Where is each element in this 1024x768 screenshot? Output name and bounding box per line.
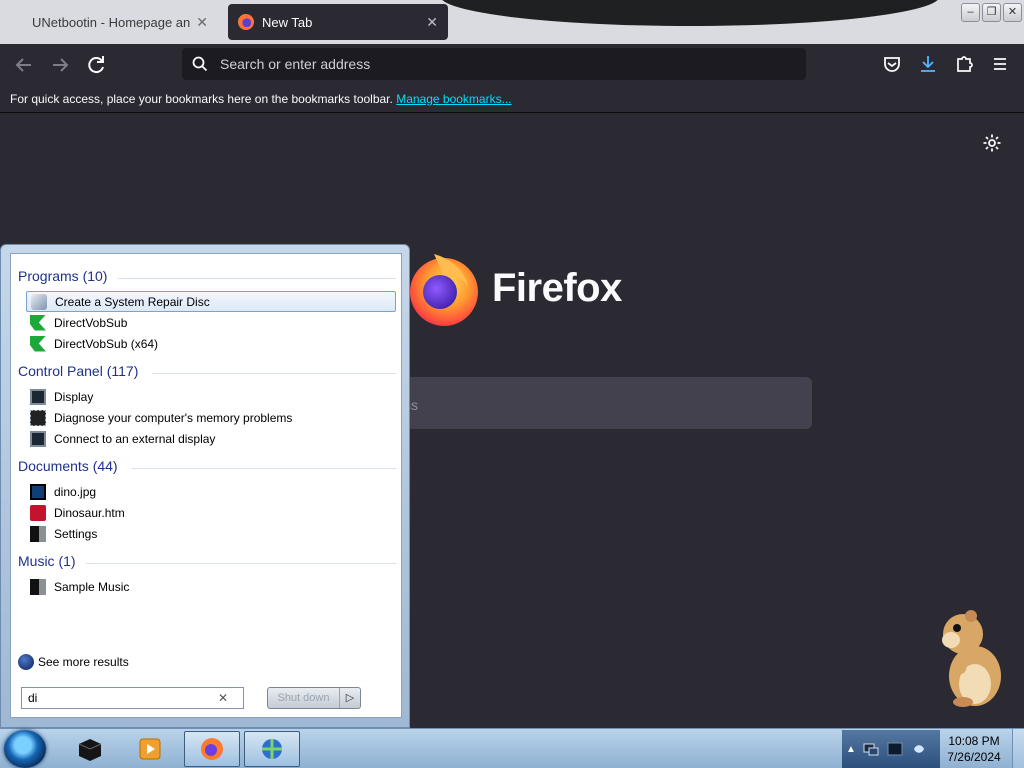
result-dinosaur-htm[interactable]: Dinosaur.htm (26, 502, 396, 523)
result-connect-external-display[interactable]: Connect to an external display (26, 428, 396, 449)
image-file-icon (30, 483, 46, 500)
shutdown-button[interactable]: Shut down ▷ (267, 687, 361, 709)
shutdown-label[interactable]: Shut down (268, 688, 340, 708)
taskbar: ▲ 10:08 PM 7/26/2024 (0, 728, 1024, 768)
navigation-toolbar (0, 44, 1024, 86)
firefox-logo-icon (410, 254, 478, 326)
volume-icon[interactable] (886, 740, 904, 758)
taskbar-media-player-button[interactable] (122, 731, 178, 767)
extensions-icon[interactable] (952, 53, 976, 77)
shutdown-options-arrow-icon[interactable]: ▷ (340, 688, 360, 708)
result-create-system-repair-disc[interactable]: Create a System Repair Disc (26, 291, 396, 312)
explorer-box-icon (78, 739, 102, 761)
window-controls: – ❐ ✕ (961, 3, 1022, 22)
start-search-box[interactable]: ✕ (21, 687, 244, 709)
clear-search-icon[interactable]: ✕ (218, 691, 228, 705)
directvobsub-icon (30, 314, 46, 331)
result-directvobsub[interactable]: DirectVobSub (26, 312, 396, 333)
result-directvobsub-x64[interactable]: DirectVobSub (x64) (26, 333, 396, 354)
address-bar[interactable] (182, 48, 806, 80)
tab-unetbootin[interactable]: UNetbootin - Homepage and D ✕ (22, 4, 218, 40)
show-hidden-icons-icon[interactable]: ▲ (846, 744, 856, 755)
search-globe-icon (18, 654, 34, 670)
bookmarks-hint: For quick access, place your bookmarks h… (10, 92, 393, 106)
firefox-favicon-icon (238, 14, 254, 30)
menu-hamburger-icon[interactable] (988, 53, 1012, 77)
manage-bookmarks-link[interactable]: Manage bookmarks... (396, 92, 511, 106)
clock-time: 10:08 PM (948, 734, 1000, 748)
start-button[interactable] (4, 730, 46, 768)
repair-disc-icon (31, 293, 47, 310)
see-more-results-link[interactable]: See more results (18, 654, 129, 670)
tab-close-icon[interactable]: ✕ (426, 14, 438, 31)
firefox-wordmark: Firefox (492, 266, 622, 310)
memory-icon (30, 409, 46, 426)
group-heading-programs[interactable]: Programs (10) (18, 268, 396, 284)
unetbootin-icon (262, 739, 282, 759)
tab-title: UNetbootin - Homepage and D (32, 14, 191, 30)
result-diagnose-memory[interactable]: Diagnose your computer's memory problems (26, 407, 396, 428)
close-window-button[interactable]: ✕ (1003, 3, 1022, 22)
group-heading-control-panel[interactable]: Control Panel (117) (18, 363, 396, 379)
folder-icon (30, 525, 46, 542)
tab-strip-theme-decoration (440, 0, 940, 26)
directvobsub-icon (30, 335, 46, 352)
html-file-icon (30, 504, 46, 521)
group-heading-documents[interactable]: Documents (44) (18, 458, 396, 474)
system-clock[interactable]: 10:08 PM 7/26/2024 (944, 733, 1004, 765)
taskbar-firefox-button[interactable] (184, 731, 240, 767)
hamster-desktop-pet (942, 610, 1001, 707)
downloads-icon[interactable] (916, 53, 940, 77)
tab-new-tab[interactable]: New Tab ✕ (228, 4, 448, 40)
minimize-button[interactable]: – (961, 3, 980, 22)
show-desktop-button[interactable] (1012, 729, 1024, 768)
pocket-icon[interactable] (880, 53, 904, 77)
media-player-icon (139, 738, 161, 760)
search-icon (192, 56, 208, 72)
network-icon[interactable] (862, 740, 880, 758)
folder-icon (30, 578, 46, 595)
notification-area: ▲ (842, 730, 940, 768)
bookmarks-toolbar: For quick access, place your bookmarks h… (0, 86, 1024, 113)
action-center-icon[interactable] (910, 740, 928, 758)
result-settings[interactable]: Settings (26, 523, 396, 544)
result-sample-music[interactable]: Sample Music (26, 576, 396, 597)
search-results-pane: Programs (10) Create a System Repair Dis… (10, 253, 402, 718)
start-search-input[interactable] (28, 691, 218, 705)
address-input[interactable] (220, 56, 780, 72)
back-arrow-icon[interactable] (12, 53, 36, 77)
tab-close-icon[interactable]: ✕ (196, 14, 208, 31)
new-tab-search-box[interactable]: ss (404, 377, 812, 429)
reload-icon[interactable] (84, 53, 108, 77)
forward-arrow-icon[interactable] (48, 53, 72, 77)
clock-date: 7/26/2024 (947, 750, 1001, 764)
start-menu: Programs (10) Create a System Repair Dis… (0, 244, 410, 728)
restore-button[interactable]: ❐ (982, 3, 1001, 22)
taskbar-explorer-button[interactable] (62, 731, 118, 767)
tab-strip: UNetbootin - Homepage and D ✕ New Tab ✕ … (0, 0, 1024, 44)
group-heading-music[interactable]: Music (1) (18, 553, 396, 569)
display-icon (30, 430, 46, 447)
gear-icon[interactable] (982, 133, 1002, 153)
tab-title: New Tab (262, 14, 313, 30)
result-dino-jpg[interactable]: dino.jpg (26, 481, 396, 502)
display-icon (30, 388, 46, 405)
firefox-taskbar-icon (201, 738, 223, 760)
result-display[interactable]: Display (26, 386, 396, 407)
taskbar-unetbootin-button[interactable] (244, 731, 300, 767)
